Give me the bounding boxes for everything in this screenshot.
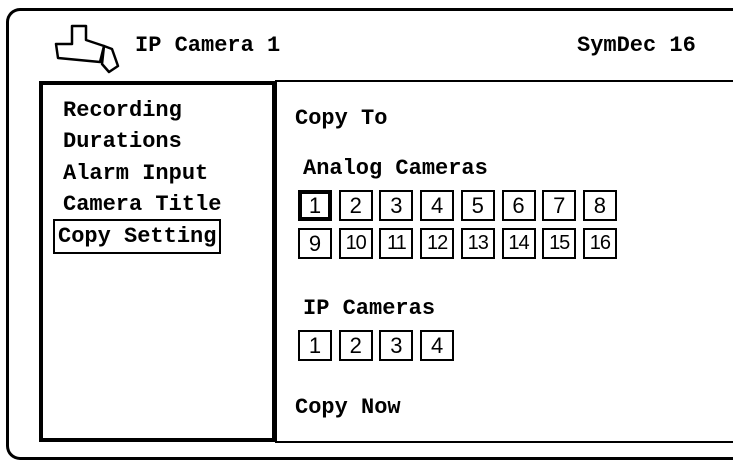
copy-to-label: Copy To (295, 106, 388, 131)
device-name: SymDec 16 (577, 33, 696, 58)
sidebar-menu: Recording Durations Alarm Input Camera T… (39, 81, 276, 442)
camera-icon (54, 24, 120, 74)
analog-camera-7[interactable]: 7 (542, 190, 577, 221)
menu-item-durations[interactable]: Durations (63, 126, 182, 157)
analog-camera-8[interactable]: 8 (582, 190, 617, 221)
analog-camera-1[interactable]: 1 (298, 190, 332, 221)
analog-camera-5[interactable]: 5 (460, 190, 495, 221)
ip-camera-1[interactable]: 1 (298, 330, 332, 361)
analog-camera-2[interactable]: 2 (338, 190, 373, 221)
menu-item-recording[interactable]: Recording (63, 95, 182, 126)
analog-cameras-label: Analog Cameras (303, 156, 488, 181)
analog-camera-3[interactable]: 3 (379, 190, 414, 221)
menu-item-copy-setting[interactable]: Copy Setting (53, 219, 222, 254)
analog-camera-12[interactable]: 12 (420, 228, 455, 259)
content-panel (275, 80, 733, 443)
analog-camera-4[interactable]: 4 (420, 190, 455, 221)
analog-camera-9[interactable]: 9 (298, 228, 332, 259)
ip-camera-2[interactable]: 2 (338, 330, 373, 361)
analog-camera-14[interactable]: 14 (501, 228, 536, 259)
analog-camera-11[interactable]: 11 (379, 228, 414, 259)
analog-camera-6[interactable]: 6 (501, 190, 536, 221)
analog-camera-13[interactable]: 13 (460, 228, 495, 259)
analog-camera-10[interactable]: 10 (338, 228, 373, 259)
copy-now-button[interactable]: Copy Now (295, 395, 401, 420)
page-title: IP Camera 1 (135, 33, 281, 58)
menu-item-alarm-input[interactable]: Alarm Input (63, 158, 208, 189)
menu-item-camera-title[interactable]: Camera Title (63, 189, 221, 220)
analog-camera-16[interactable]: 16 (582, 228, 617, 259)
ip-camera-3[interactable]: 3 (379, 330, 414, 361)
ip-cameras-label: IP Cameras (303, 296, 436, 321)
analog-camera-15[interactable]: 15 (542, 228, 577, 259)
ip-camera-4[interactable]: 4 (420, 330, 455, 361)
